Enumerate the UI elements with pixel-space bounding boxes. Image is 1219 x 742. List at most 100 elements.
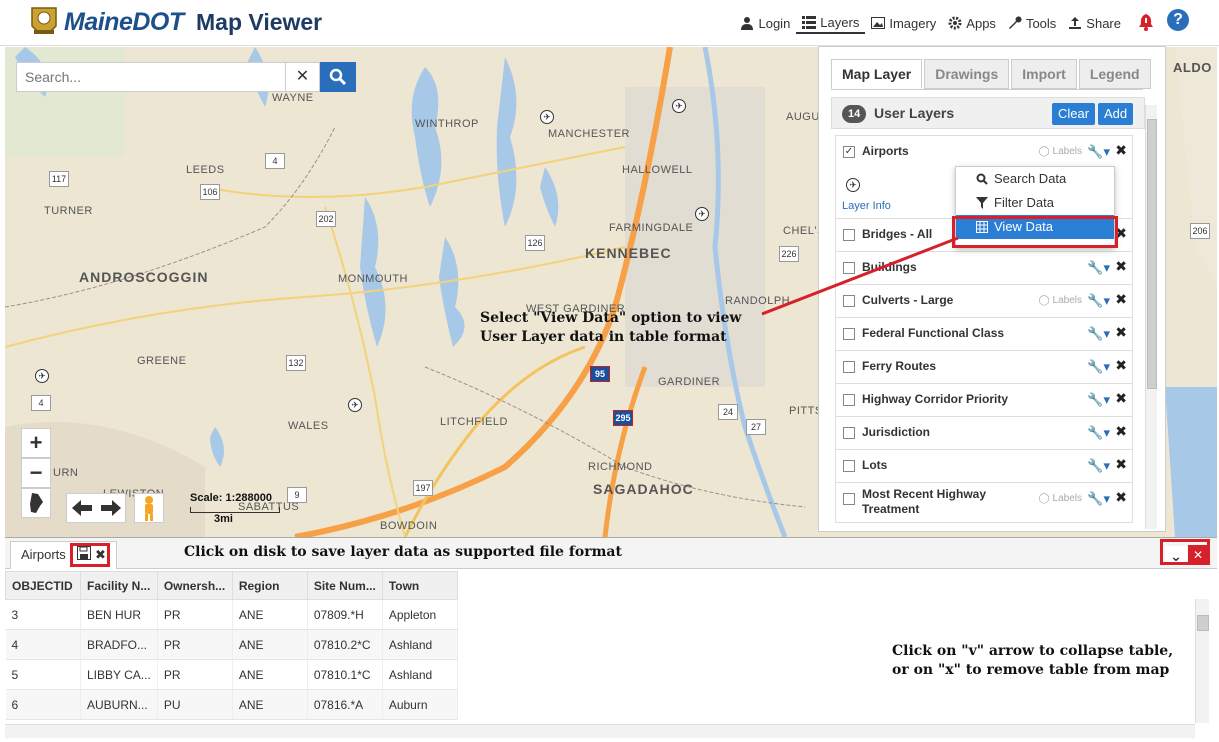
labels-text: Labels — [1052, 493, 1082, 504]
layer-checkbox[interactable] — [843, 328, 855, 340]
street-view-pegman-icon[interactable] — [134, 493, 164, 523]
layer-tools-wrench-icon[interactable]: 🔧▾ — [1087, 392, 1110, 408]
layer-tools-wrench-icon[interactable]: 🔧▾ — [1087, 260, 1110, 276]
layer-tools-wrench-icon[interactable]: 🔧▾ — [1087, 491, 1110, 507]
table-horizontal-scrollbar[interactable] — [5, 724, 1195, 738]
tab-map-layer[interactable]: Map Layer — [831, 59, 923, 89]
table-scroll-thumb[interactable] — [1197, 615, 1209, 631]
brand-name[interactable]: MaineDOT — [64, 8, 184, 37]
column-header[interactable]: Town — [381, 571, 458, 600]
airport-marker-icon[interactable]: ✈ — [348, 398, 362, 412]
clear-layers-button[interactable]: Clear — [1052, 103, 1096, 125]
layer-item-lots[interactable]: Lots 🔧▾ ✖ — [835, 450, 1133, 483]
arrow-right-icon[interactable] — [100, 500, 121, 516]
table-cell: BRADFO... — [80, 629, 158, 660]
remove-layer-icon[interactable]: ✖ — [1115, 324, 1127, 341]
airport-marker-icon[interactable]: ✈ — [35, 369, 49, 383]
column-header[interactable]: Region — [231, 571, 308, 600]
column-header[interactable]: Site Num... — [306, 571, 383, 600]
airport-marker-icon[interactable]: ✈ — [540, 110, 554, 124]
nav-share[interactable]: Share — [1062, 12, 1127, 34]
table-row[interactable]: 5 LIBBY CA... PR ANE 07810.1*C Ashland — [5, 659, 458, 690]
layer-checkbox[interactable] — [843, 427, 855, 439]
layer-checkbox[interactable] — [843, 460, 855, 472]
layer-item-federal-functional-class[interactable]: Federal Functional Class 🔧▾ ✖ — [835, 318, 1133, 351]
layer-tools-wrench-icon[interactable]: 🔧▾ — [1087, 458, 1110, 474]
tab-legend[interactable]: Legend — [1078, 59, 1151, 89]
layer-item-culverts[interactable]: Culverts - Large ◯ Labels 🔧▾ ✖ — [835, 285, 1133, 318]
labels-toggle[interactable]: ◯ Labels — [1039, 493, 1082, 504]
route-shield: 4 — [265, 153, 285, 169]
nav-imagery[interactable]: Imagery — [865, 12, 942, 34]
layer-tools-wrench-icon[interactable]: 🔧▾ — [1087, 144, 1110, 160]
remove-layer-icon[interactable]: ✖ — [1115, 291, 1127, 308]
layer-checkbox[interactable] — [843, 394, 855, 406]
labels-toggle[interactable]: ◯ Labels — [1039, 295, 1082, 306]
remove-layer-icon[interactable]: ✖ — [1115, 390, 1127, 407]
map-label: WINTHROP — [415, 118, 479, 130]
route-shield: 4 — [31, 395, 51, 411]
column-header[interactable]: Facility N... — [80, 571, 158, 600]
search-input[interactable] — [16, 62, 286, 92]
layer-item-buildings[interactable]: Buildings 🔧▾ ✖ — [835, 252, 1133, 285]
remove-layer-icon[interactable]: ✖ — [1115, 423, 1127, 440]
zoom-in-button[interactable]: + — [21, 428, 51, 458]
layer-checkbox[interactable] — [843, 361, 855, 373]
table-row[interactable]: 6 AUBURN... PU ANE 07816.*A Auburn — [5, 689, 458, 720]
nav-login-label: Login — [758, 15, 791, 31]
table-cell: BEN HUR — [80, 599, 158, 630]
layer-tools-wrench-icon[interactable]: 🔧▾ — [1087, 425, 1110, 441]
map-label: HALLOWELL — [622, 164, 693, 176]
route-shield: 24 — [718, 404, 738, 420]
tab-drawings[interactable]: Drawings — [924, 59, 1010, 89]
map-label: WALES — [288, 420, 329, 432]
remove-layer-icon[interactable]: ✖ — [1115, 489, 1127, 506]
labels-toggle[interactable]: ◯ Labels — [1039, 146, 1082, 157]
interstate-shield: 95 — [590, 366, 610, 382]
table-row[interactable]: 4 BRADFO... PR ANE 07810.2*C Ashland — [5, 629, 458, 660]
layer-info-link[interactable]: Layer Info — [842, 200, 891, 212]
state-extent-button[interactable] — [21, 488, 51, 518]
layer-tools-wrench-icon[interactable]: 🔧▾ — [1087, 359, 1110, 375]
column-header[interactable]: Ownersh... — [156, 571, 233, 600]
search-button[interactable] — [320, 62, 356, 92]
search-clear-button[interactable]: ✕ — [286, 62, 320, 92]
remove-layer-icon[interactable]: ✖ — [1115, 258, 1127, 275]
table-row[interactable]: 3 BEN HUR PR ANE 07809.*H Appleton — [5, 599, 458, 630]
layer-item-ferry-routes[interactable]: Ferry Routes 🔧▾ ✖ — [835, 351, 1133, 384]
remove-layer-icon[interactable]: ✖ — [1115, 357, 1127, 374]
layer-checkbox[interactable] — [843, 493, 855, 505]
nav-tools[interactable]: Tools — [1002, 12, 1062, 34]
zoom-out-button[interactable]: − — [21, 458, 51, 488]
menu-search-data[interactable]: Search Data — [956, 167, 1114, 191]
tab-import[interactable]: Import — [1011, 59, 1077, 89]
airport-marker-icon[interactable]: ✈ — [672, 99, 686, 113]
nav-login[interactable]: Login — [734, 12, 796, 34]
layer-tools-wrench-icon[interactable]: 🔧▾ — [1087, 293, 1110, 309]
panel-scroll-thumb[interactable] — [1147, 119, 1157, 389]
help-icon[interactable]: ? — [1167, 9, 1189, 31]
remove-layer-icon[interactable]: ✖ — [1115, 142, 1127, 159]
airport-marker-icon[interactable]: ✈ — [695, 207, 709, 221]
layer-checkbox[interactable]: ✓ — [843, 146, 855, 158]
nav-apps[interactable]: Apps — [942, 12, 1002, 34]
layer-checkbox[interactable] — [843, 262, 855, 274]
arrow-left-icon[interactable] — [71, 500, 92, 516]
layer-checkbox[interactable] — [843, 295, 855, 307]
layer-tools-wrench-icon[interactable]: 🔧▾ — [1087, 326, 1110, 342]
layer-item-highway-corridor[interactable]: Highway Corridor Priority 🔧▾ ✖ — [835, 384, 1133, 417]
menu-filter-data[interactable]: Filter Data — [956, 191, 1114, 215]
add-layer-button[interactable]: Add — [1098, 103, 1134, 125]
table-scrollbar[interactable] — [1195, 599, 1209, 723]
pegman-icon — [145, 496, 153, 521]
layer-item-highway-treatment[interactable]: Most Recent Highway Treatment ◯ Labels 🔧… — [835, 483, 1133, 523]
table-cell: ANE — [232, 659, 308, 690]
alert-bell-icon[interactable] — [1137, 12, 1155, 32]
column-header[interactable]: OBJECTID — [5, 571, 81, 600]
layer-checkbox[interactable] — [843, 229, 855, 241]
layer-item-jurisdiction[interactable]: Jurisdiction 🔧▾ ✖ — [835, 417, 1133, 450]
remove-layer-icon[interactable]: ✖ — [1115, 456, 1127, 473]
panel-scrollbar[interactable] — [1145, 105, 1157, 529]
scale-label: Scale: 1:288000 — [190, 492, 272, 504]
nav-layers[interactable]: Layers — [796, 12, 866, 34]
